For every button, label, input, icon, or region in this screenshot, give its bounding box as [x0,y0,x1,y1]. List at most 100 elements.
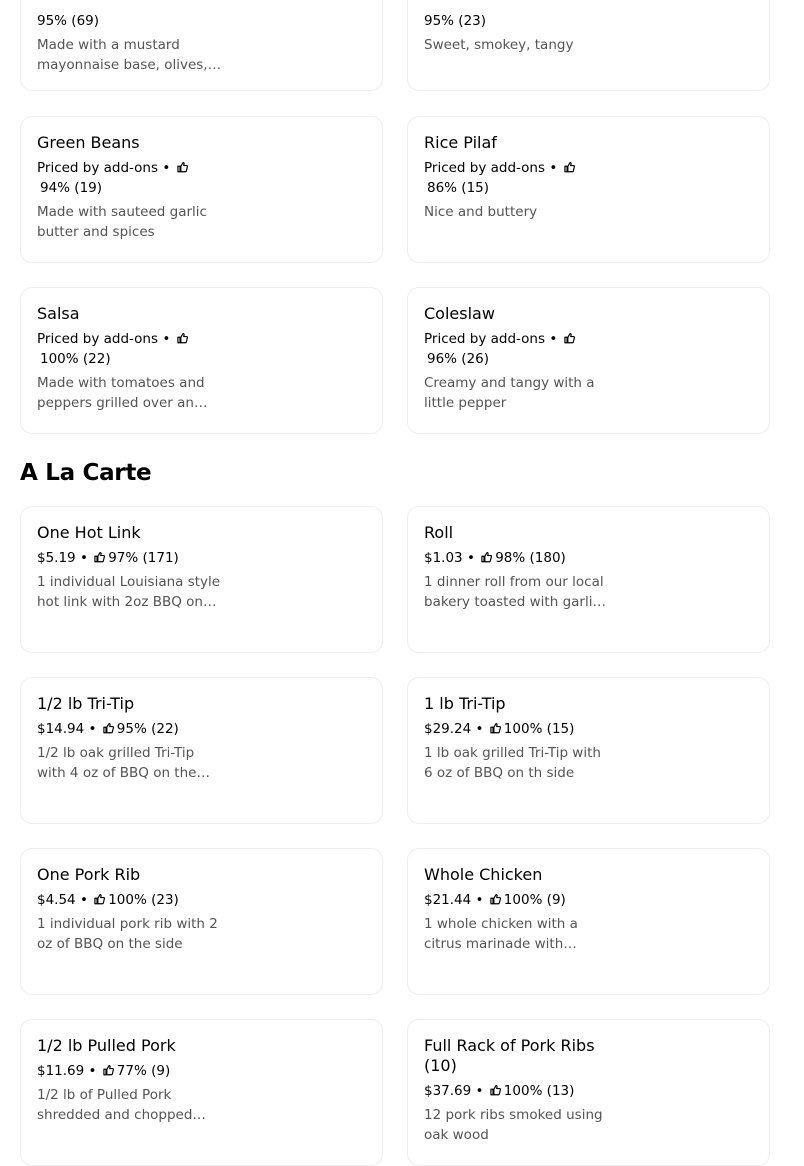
separator: • [545,331,562,347]
thumbs-up-icon [94,551,105,563]
item-description: Creamy and tangy with a little pepper [424,375,595,411]
item-description: Nice and buttery [424,204,538,220]
item-meta: $14.94 • 95% (22) [37,719,237,739]
item-description: 12 pork ribs smoked using oak wood [424,1107,603,1143]
item-price: $5.19 [37,550,76,566]
item-description: Made with a mustard mayonnaise base, oli… [37,37,208,73]
item-price: Priced by add-ons [424,160,546,176]
item-name: One Pork Rib [37,865,141,884]
thumbs-up-icon [490,722,501,734]
rating-text: 98% (180) [495,550,566,566]
item-meta: $1.03 • 98% (180) [424,548,624,568]
rating-text: 100% (13) [503,1083,575,1099]
item-description: 1/2 lb of Pulled Pork shredded and chopp… [37,1087,193,1123]
thumbs-up-icon [177,332,188,344]
separator: • [545,160,562,176]
item-description: Made with tomatoes and peppers grilled o… [37,375,205,411]
item-meta: Priced by add-ons • 100% (22) [37,329,237,369]
thumbs-up-icon [103,1064,114,1076]
item-name: Whole Chicken [424,865,543,884]
rating-text: 95% (23) [424,13,487,29]
item-meta: $29.24 • 100% (15) [424,719,624,739]
separator: • [158,160,175,176]
menu-item-card[interactable]: Rice Pilaf Priced by add-ons • 86% (15) … [407,116,770,263]
item-price: $37.69 [424,1083,472,1099]
item-meta: 95% (23) [424,11,624,31]
item-meta: Priced by add-ons • 86% (15) [424,158,624,198]
item-name: 1/2 lb Tri-Tip [37,694,135,713]
menu-item-card-partial-left[interactable]: 95% (69) Made with a mustard mayonnaise … [20,0,383,91]
rating-text: 100% (22) [40,351,111,367]
menu-item-card[interactable]: Full Rack of Pork Ribs (10) $37.69 • 100… [407,1019,770,1166]
section-title: A La Carte [20,460,152,486]
item-description: Made with sauteed garlic butter and spic… [37,204,207,240]
menu-item-card[interactable]: Roll $1.03 • 98% (180) 1 dinner roll fro… [407,506,770,653]
separator: • [471,1083,488,1099]
menu-item-card[interactable]: One Hot Link $5.19 • 97% (171) 1 individ… [20,506,383,653]
item-price: $4.54 [37,892,76,908]
menu-item-card[interactable]: 1/2 lb Pulled Pork $11.69 • 77% (9) 1/2 … [20,1019,383,1166]
item-price: $14.94 [37,721,85,737]
item-description: 1 whole chicken with a citrus marinade w… [424,916,578,952]
item-name: Salsa [37,304,80,323]
item-meta: Priced by add-ons • 96% (26) [424,329,624,369]
menu-item-card[interactable]: Salsa Priced by add-ons • 100% (22) Made… [20,287,383,434]
item-description: 1 individual pork rib with 2 oz of BBQ o… [37,916,218,952]
rating-text: 100% (23) [108,892,179,908]
thumbs-up-icon [564,332,575,344]
item-name: Roll [424,523,454,542]
menu-item-card[interactable]: Whole Chicken $21.44 • 100% (9) 1 whole … [407,848,770,995]
item-meta: Priced by add-ons • 94% (19) [37,158,237,198]
separator: • [84,721,101,737]
separator: • [158,331,175,347]
thumbs-up-icon [94,893,105,905]
separator: • [471,721,488,737]
menu-item-card-partial-right[interactable]: 95% (23) Sweet, smokey, tangy [407,0,770,91]
thumbs-up-icon [103,722,114,734]
separator: • [75,550,93,566]
item-meta: $5.19 • 97% (171) [37,548,237,568]
item-description: Sweet, smokey, tangy [424,37,574,53]
menu-item-card[interactable]: 1/2 lb Tri-Tip $14.94 • 95% (22) 1/2 lb … [20,677,383,824]
rating-text: 97% (171) [108,550,179,566]
item-price: Priced by add-ons [37,331,159,347]
item-name: 1 lb Tri-Tip [424,694,506,713]
item-meta: 95% (69) [37,11,237,31]
rating-text: 94% (19) [40,180,103,196]
separator: • [84,1063,101,1079]
item-name: Full Rack of Pork Ribs (10) [424,1036,595,1075]
item-price: $29.24 [424,721,472,737]
item-name: One Hot Link [37,523,141,542]
item-meta: $21.44 • 100% (9) [424,890,624,910]
menu-item-card[interactable]: Coleslaw Priced by add-ons • 96% (26) Cr… [407,287,770,434]
menu-item-card[interactable]: 1 lb Tri-Tip $29.24 • 100% (15) 1 lb oak… [407,677,770,824]
thumbs-up-icon [564,161,575,173]
item-description: 1 lb oak grilled Tri-Tip with 6 oz of BB… [424,745,601,781]
menu-item-card[interactable]: One Pork Rib $4.54 • 100% (23) 1 individ… [20,848,383,995]
item-name: 1/2 lb Pulled Pork [37,1036,176,1055]
thumbs-up-icon [481,551,492,563]
rating-text: 96% (26) [427,351,490,367]
item-price: Priced by add-ons [424,331,546,347]
item-meta: $4.54 • 100% (23) [37,890,237,910]
item-description: 1 individual Louisiana style hot link wi… [37,574,221,610]
item-price: $11.69 [37,1063,85,1079]
rating-text: 86% (15) [427,180,490,196]
rating-text: 100% (9) [503,892,566,908]
rating-text: 77% (9) [116,1063,171,1079]
thumbs-up-icon [177,161,188,173]
rating-text: 95% (22) [116,721,179,737]
item-name: Rice Pilaf [424,133,497,152]
separator: • [462,550,480,566]
thumbs-up-icon [490,1084,501,1096]
item-price: Priced by add-ons [37,160,159,176]
rating-text: 95% (69) [37,13,100,29]
item-name: Coleslaw [424,304,495,323]
item-meta: $37.69 • 100% (13) [424,1081,624,1101]
item-name: Green Beans [37,133,140,152]
rating-text: 100% (15) [503,721,575,737]
item-price: $1.03 [424,550,463,566]
menu-item-card[interactable]: Green Beans Priced by add-ons • 94% (19)… [20,116,383,263]
item-price: $21.44 [424,892,472,908]
separator: • [471,892,488,908]
